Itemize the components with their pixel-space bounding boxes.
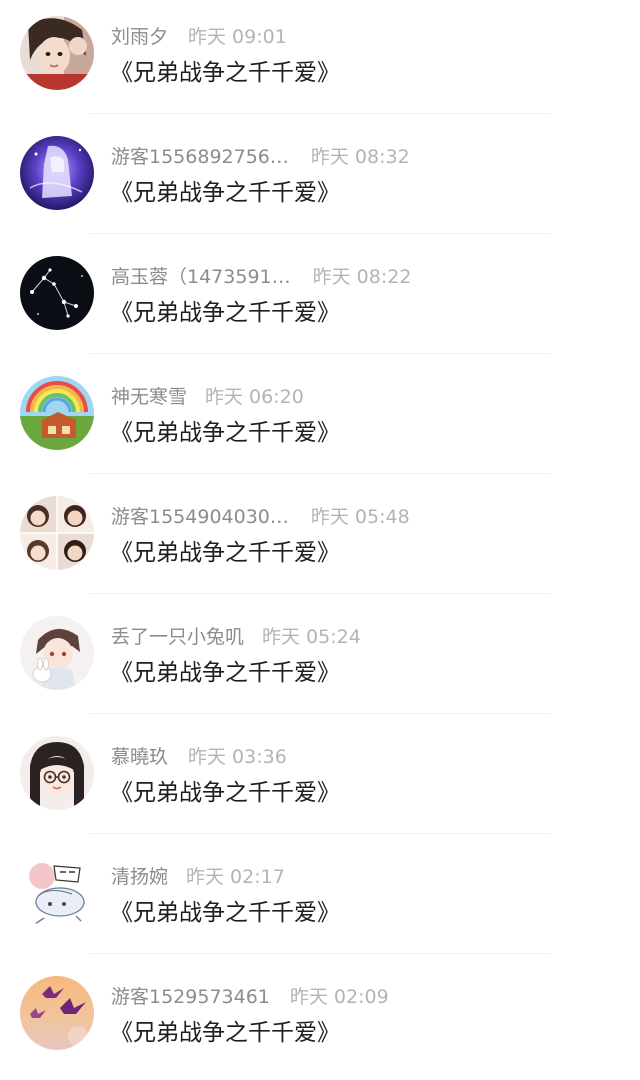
comment-meta: 游客1529573461 昨天 02:09 [111, 984, 389, 1010]
avatar[interactable] [20, 496, 94, 570]
timestamp: 昨天 02:17 [186, 866, 285, 888]
list-item[interactable]: 刘雨夕 昨天 09:01 《兄弟战争之千千爱》 [0, 0, 640, 120]
timestamp: 昨天 08:22 [312, 266, 412, 288]
username[interactable]: 高玉蓉（1473591… [111, 264, 291, 290]
avatar-rainbow-house-icon [20, 376, 94, 450]
timestamp: 昨天 08:32 [310, 146, 410, 168]
divider [90, 833, 550, 834]
avatar[interactable] [20, 976, 94, 1050]
avatar-anime-boy-icon [20, 616, 94, 690]
comment-list: 刘雨夕 昨天 09:01 《兄弟战争之千千爱》 游客1556892756… 昨天… [0, 0, 640, 1061]
avatar-constellation-icon [20, 256, 94, 330]
divider [90, 593, 550, 594]
timestamp: 昨天 03:36 [188, 746, 287, 768]
divider [90, 713, 550, 714]
avatar-paper-cranes-icon [20, 976, 94, 1050]
comment-meta: 神无寒雪 昨天 06:20 [111, 384, 304, 410]
avatar[interactable] [20, 136, 94, 210]
comment-text: 《兄弟战争之千千爱》 [110, 900, 340, 926]
username[interactable]: 丢了一只小兔叽 [111, 624, 244, 650]
comment-meta: 游客1556892756… 昨天 08:32 [111, 144, 410, 170]
avatar[interactable] [20, 256, 94, 330]
avatar[interactable] [20, 736, 94, 810]
avatar[interactable] [20, 376, 94, 450]
comment-meta: 慕曉玖 昨天 03:36 [111, 744, 287, 770]
comment-text: 《兄弟战争之千千爱》 [110, 540, 340, 566]
username[interactable]: 游客1554904030… [111, 504, 289, 530]
list-item[interactable]: 高玉蓉（1473591… 昨天 08:22 《兄弟战争之千千爱》 [0, 240, 640, 360]
divider [90, 473, 550, 474]
avatar[interactable] [20, 616, 94, 690]
timestamp: 昨天 05:24 [262, 626, 361, 648]
comment-meta: 清扬婉 昨天 02:17 [111, 864, 285, 890]
comment-text: 《兄弟战争之千千爱》 [110, 780, 340, 806]
list-item[interactable]: 神无寒雪 昨天 06:20 《兄弟战争之千千爱》 [0, 360, 640, 480]
timestamp: 昨天 06:20 [205, 386, 304, 408]
list-item[interactable]: 游客1529573461 昨天 02:09 《兄弟战争之千千爱》 [0, 960, 640, 1080]
username[interactable]: 清扬婉 [111, 864, 168, 890]
divider [90, 233, 550, 234]
username[interactable]: 游客1556892756… [111, 144, 289, 170]
timestamp: 昨天 05:48 [310, 506, 410, 528]
username[interactable]: 游客1529573461 [111, 984, 270, 1010]
comment-text: 《兄弟战争之千千爱》 [110, 180, 340, 206]
comment-meta: 高玉蓉（1473591… 昨天 08:22 [111, 264, 411, 290]
username[interactable]: 神无寒雪 [111, 384, 187, 410]
avatar-cartoon-sticker-icon [20, 856, 94, 930]
list-item[interactable]: 游客1554904030… 昨天 05:48 《兄弟战争之千千爱》 [0, 480, 640, 600]
avatar[interactable] [20, 856, 94, 930]
comment-meta: 游客1554904030… 昨天 05:48 [111, 504, 410, 530]
avatar-girl-glasses-icon [20, 736, 94, 810]
list-item[interactable]: 游客1556892756… 昨天 08:32 《兄弟战争之千千爱》 [0, 120, 640, 240]
divider [90, 953, 550, 954]
comment-text: 《兄弟战争之千千爱》 [110, 660, 340, 686]
timestamp: 昨天 09:01 [188, 26, 287, 48]
comment-text: 《兄弟战争之千千爱》 [110, 300, 340, 326]
comment-meta: 刘雨夕 昨天 09:01 [111, 24, 287, 50]
comment-text: 《兄弟战争之千千爱》 [110, 1020, 340, 1046]
avatar-anime-purple-icon [20, 136, 94, 210]
divider [90, 113, 550, 114]
username[interactable]: 刘雨夕 [111, 24, 168, 50]
comment-text: 《兄弟战争之千千爱》 [110, 420, 340, 446]
avatar[interactable] [20, 16, 94, 90]
divider [90, 353, 550, 354]
timestamp: 昨天 02:09 [289, 986, 389, 1008]
list-item[interactable]: 清扬婉 昨天 02:17 《兄弟战争之千千爱》 [0, 840, 640, 960]
comment-text: 《兄弟战争之千千爱》 [110, 60, 340, 86]
avatar-girl-selfie-icon [20, 16, 94, 90]
avatar-four-girls-icon [20, 496, 94, 570]
username[interactable]: 慕曉玖 [111, 744, 168, 770]
comment-meta: 丢了一只小兔叽 昨天 05:24 [111, 624, 361, 650]
list-item[interactable]: 丢了一只小兔叽 昨天 05:24 《兄弟战争之千千爱》 [0, 600, 640, 720]
list-item[interactable]: 慕曉玖 昨天 03:36 《兄弟战争之千千爱》 [0, 720, 640, 840]
